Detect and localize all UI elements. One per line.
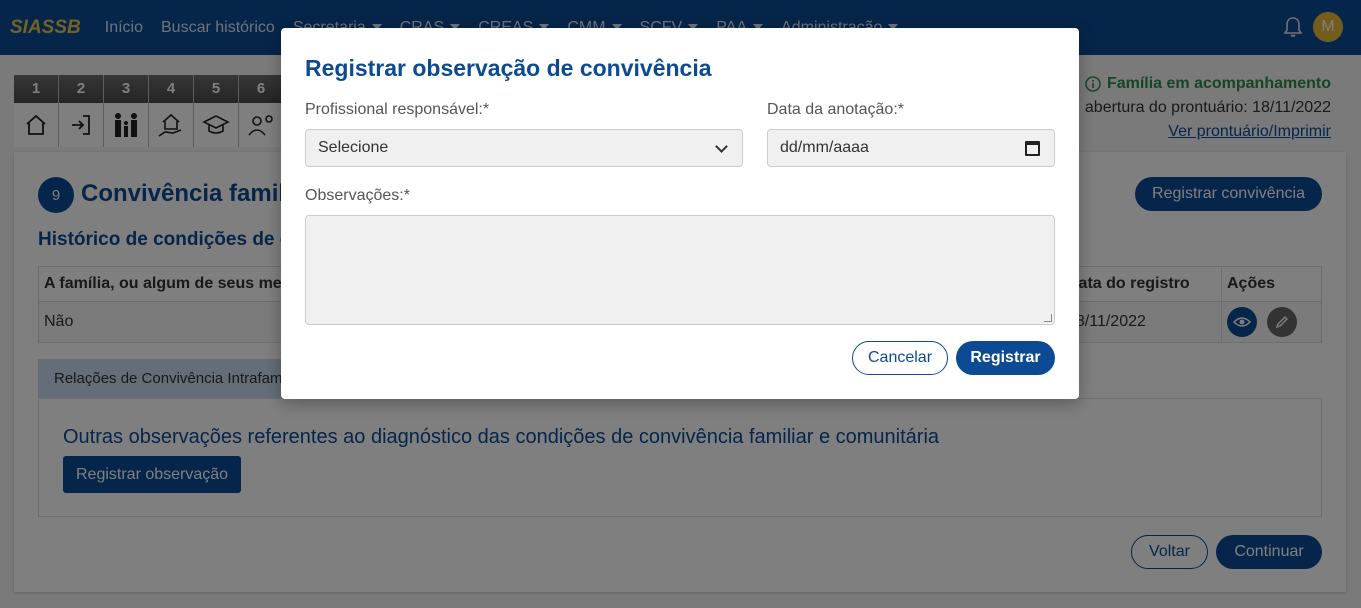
professional-select[interactable]: Selecione — [305, 129, 743, 167]
date-label: Data da anotação:* — [767, 101, 904, 118]
chevron-down-icon — [715, 140, 728, 153]
resize-handle-icon[interactable] — [1044, 314, 1052, 322]
register-button[interactable]: Registrar — [956, 341, 1055, 375]
professional-label: Profissional responsável:* — [305, 101, 490, 118]
modal-title: Registrar observação de convivência — [305, 55, 712, 81]
cancel-button[interactable]: Cancelar — [852, 341, 948, 375]
date-input[interactable]: dd/mm/aaaa — [767, 129, 1055, 167]
observations-textarea[interactable] — [305, 215, 1055, 325]
date-input-placeholder: dd/mm/aaaa — [780, 139, 869, 156]
professional-select-value: Selecione — [318, 139, 389, 156]
calendar-icon[interactable] — [1025, 141, 1040, 156]
observations-label: Observações:* — [305, 187, 410, 204]
register-observation-modal: Registrar observação de convivência Prof… — [281, 28, 1079, 399]
